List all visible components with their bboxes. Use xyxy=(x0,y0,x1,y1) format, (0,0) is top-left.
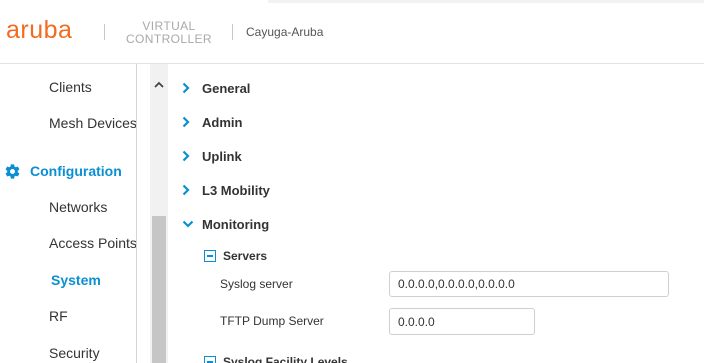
scrollbar-thumb[interactable] xyxy=(152,216,166,363)
logo-text: aruba xyxy=(6,16,73,44)
syslog-server-input[interactable] xyxy=(389,271,669,297)
syslog-facility-section-label: Syslog Facility Levels xyxy=(223,355,348,363)
product-line-2: CONTROLLER xyxy=(125,32,212,46)
accordion-general[interactable]: General xyxy=(182,78,250,98)
chevron-right-icon xyxy=(182,82,190,94)
sidebar-nav: Clients Mesh Devices Configuration Netwo… xyxy=(0,64,136,363)
collapse-minus-icon xyxy=(204,356,216,363)
sidebar-section-configuration[interactable]: Configuration xyxy=(4,161,122,181)
accordion-admin[interactable]: Admin xyxy=(182,112,242,132)
gear-icon xyxy=(5,163,20,179)
aruba-logo: aruba xyxy=(6,16,72,45)
tftp-dump-server-input[interactable] xyxy=(389,308,535,335)
chevron-down-icon xyxy=(182,220,194,228)
servers-section-header[interactable]: Servers xyxy=(204,247,267,265)
sidebar-item-clients[interactable]: Clients xyxy=(49,79,92,95)
main-content: General Admin Uplink L3 Mobility Monitor… xyxy=(168,64,704,363)
sidebar-item-security[interactable]: Security xyxy=(49,345,100,361)
sidebar-section-label: Configuration xyxy=(30,163,122,179)
accordion-label: Admin xyxy=(202,114,243,130)
top-header: aruba VIRTUAL CONTROLLER Cayuga-Aruba xyxy=(0,0,704,64)
header-divider xyxy=(232,24,233,40)
scroll-up-icon[interactable] xyxy=(152,78,166,92)
app-window: aruba VIRTUAL CONTROLLER Cayuga-Aruba Cl… xyxy=(0,0,704,363)
accordion-label: Uplink xyxy=(202,148,242,164)
sidebar-border xyxy=(136,64,137,363)
servers-section-label: Servers xyxy=(223,249,268,263)
sidebar-item-mesh-devices[interactable]: Mesh Devices xyxy=(49,115,136,131)
chevron-right-icon xyxy=(182,150,190,162)
syslog-facility-section-header[interactable]: Syslog Facility Levels xyxy=(204,355,348,363)
cluster-name: Cayuga-Aruba xyxy=(246,25,324,39)
accordion-uplink[interactable]: Uplink xyxy=(182,146,242,166)
syslog-server-label: Syslog server xyxy=(220,277,293,291)
header-top-strip xyxy=(268,0,704,3)
header-divider xyxy=(104,24,105,40)
sidebar-item-access-points[interactable]: Access Points xyxy=(49,235,136,251)
accordion-label: General xyxy=(202,80,251,96)
tftp-dump-server-label: TFTP Dump Server xyxy=(220,314,324,328)
accordion-monitoring[interactable]: Monitoring xyxy=(182,214,269,234)
accordion-label: L3 Mobility xyxy=(202,182,270,198)
sidebar-item-networks[interactable]: Networks xyxy=(49,199,107,215)
chevron-right-icon xyxy=(182,116,190,128)
collapse-minus-icon xyxy=(204,250,216,262)
virtual-controller-label: VIRTUAL CONTROLLER xyxy=(119,20,219,46)
sidebar-item-system[interactable]: System xyxy=(51,272,101,288)
accordion-l3-mobility[interactable]: L3 Mobility xyxy=(182,180,270,200)
sidebar-item-rf[interactable]: RF xyxy=(49,308,68,324)
chevron-right-icon xyxy=(182,184,190,196)
accordion-label: Monitoring xyxy=(202,216,270,232)
